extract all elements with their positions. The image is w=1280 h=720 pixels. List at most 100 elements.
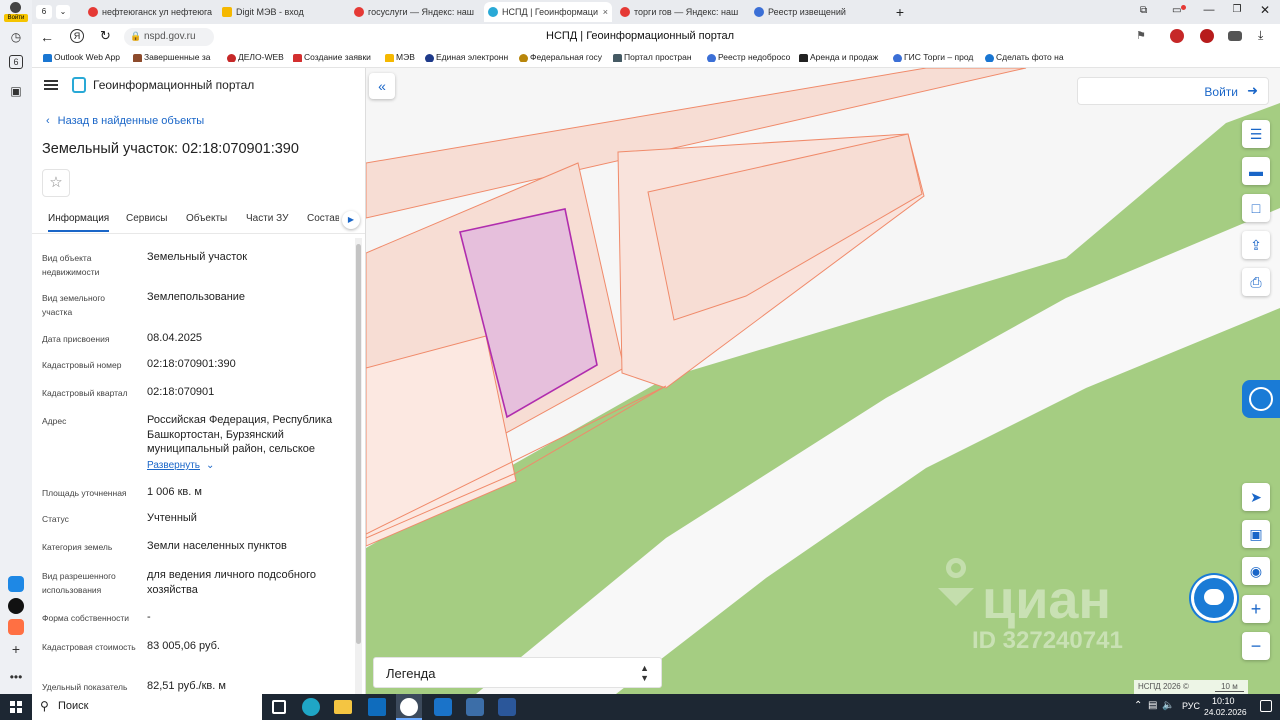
tab-list-chevron-icon[interactable]: ⌄ — [56, 5, 70, 19]
geo-search-button[interactable]: ◉ — [1242, 557, 1270, 585]
bookmark-1[interactable]: Завершенные за — [132, 52, 216, 62]
back-to-results-link[interactable]: ‹ Назад в найденные объекты — [46, 115, 204, 127]
taskbar-search-box[interactable]: ⚲ Поиск — [32, 694, 262, 720]
download-icon[interactable]: ⤓ — [1258, 28, 1263, 43]
tab-0[interactable]: нефтеюганск ул нефтеюга — [84, 2, 214, 22]
lock-icon: 🔒 — [130, 31, 142, 41]
bookmark-6[interactable]: Федеральная госу — [518, 52, 604, 62]
favorite-star-button[interactable]: ☆ — [42, 169, 70, 197]
minimap-button[interactable]: ▣ — [1242, 520, 1270, 548]
bookmark-5[interactable]: Единая электронн — [424, 52, 510, 62]
label-permitted-use: Вид разрешенного использования — [42, 571, 116, 595]
bookmark-icon[interactable]: ⚑ — [1136, 29, 1146, 42]
notifications-icon[interactable]: ▭ — [1172, 5, 1186, 19]
yandex-browser-icon[interactable] — [396, 694, 422, 720]
tab-3-active[interactable]: НСПД | Геоинформаци × — [484, 2, 612, 22]
add-panel-icon[interactable]: + — [7, 640, 25, 658]
file-explorer-icon[interactable] — [334, 700, 352, 714]
keyboard-language[interactable]: РУС — [1182, 701, 1200, 711]
tab-4[interactable]: торги гов — Яндекс: наш — [616, 2, 746, 22]
feedback-widget-icon[interactable] — [1242, 380, 1280, 418]
zoom-in-button[interactable]: + — [1242, 595, 1270, 623]
close-window-icon[interactable]: ✕ — [1258, 3, 1272, 17]
map-view[interactable]: « Войти ➜ ☰ ▬ □ ⇪ ⎙ ➤ ▣ ◉ + − циан ID 32… — [366, 68, 1280, 694]
word-icon[interactable] — [498, 698, 516, 716]
network-icon[interactable]: ▤ — [1148, 700, 1157, 711]
tab-info[interactable]: Информация — [48, 213, 110, 232]
more-icon[interactable]: ••• — [7, 668, 25, 686]
bookmark-8[interactable]: Реестр недобросо — [706, 52, 792, 62]
new-tab-button[interactable]: + — [890, 2, 910, 22]
clock-date[interactable]: 24.02.2026 — [1204, 707, 1247, 717]
alice-icon[interactable] — [8, 598, 24, 614]
extension-icon-1[interactable] — [1170, 29, 1184, 43]
tabs-scroll-right-icon[interactable]: ▶ — [342, 211, 360, 229]
map-canvas[interactable] — [366, 68, 1280, 694]
torgi-icon — [893, 54, 902, 62]
yandex-messenger-icon[interactable] — [8, 576, 24, 592]
screenshot-icon[interactable]: ▣ — [7, 82, 25, 100]
chat-button[interactable] — [1194, 578, 1234, 618]
games-icon[interactable] — [8, 619, 24, 635]
yandex-logo-icon[interactable]: Я — [70, 29, 84, 43]
locate-button[interactable]: ➤ — [1242, 483, 1270, 511]
tab-composition[interactable]: Состав — [307, 213, 339, 224]
share-button[interactable]: ⇪ — [1242, 231, 1270, 259]
tab-count-button[interactable]: 6 — [36, 5, 52, 19]
tab-2[interactable]: госуслуги — Яндекс: наш — [350, 2, 480, 22]
task-view-icon[interactable] — [272, 700, 286, 714]
bookmark-10[interactable]: ГИС Торги – прод — [892, 52, 978, 62]
bookmark-0[interactable]: Outlook Web App — [42, 52, 126, 62]
tab-count-badge[interactable]: 6 — [9, 55, 23, 69]
legend-dropdown[interactable]: Легенда ▲ ▼ — [373, 657, 662, 688]
login-bar[interactable]: Войти ➜ — [1077, 77, 1269, 105]
lync-icon[interactable] — [434, 698, 452, 716]
start-windows-icon[interactable] — [10, 701, 22, 713]
value-unit-value: 82,51 руб./кв. м — [147, 680, 226, 692]
value-land-category: Земли населенных пунктов — [147, 540, 287, 552]
tab-services[interactable]: Сервисы — [126, 213, 167, 224]
hamburger-menu-icon[interactable] — [44, 80, 58, 90]
delo-icon — [227, 54, 236, 62]
bookmark-2[interactable]: ДЕЛО-WEB — [226, 52, 288, 62]
ruler-button[interactable]: ▬ — [1242, 157, 1270, 185]
outlook-icon[interactable] — [368, 698, 386, 716]
edge-icon[interactable] — [302, 698, 320, 716]
zoom-out-button[interactable]: − — [1242, 632, 1270, 660]
history-icon[interactable]: ◷ — [7, 28, 25, 46]
bookmark-9[interactable]: Аренда и продаж — [798, 52, 884, 62]
map-attribution: НСПД 2026 © 10 м — [1134, 680, 1248, 694]
label-unit-value: Удельный показатель — [42, 682, 128, 692]
profile-avatar[interactable]: Войти — [4, 2, 28, 22]
restore-icon[interactable]: ❐ — [1230, 4, 1244, 18]
url-field[interactable]: 🔒 nspd.gov.ru — [124, 28, 214, 46]
clock-time[interactable]: 10:10 — [1212, 696, 1235, 706]
print-button[interactable]: ⎙ — [1242, 268, 1270, 296]
expand-address-link[interactable]: Развернуть ⌄ — [147, 460, 214, 471]
extension-icon-3[interactable] — [1228, 31, 1242, 41]
bookmark-3[interactable]: Создание заявки — [292, 52, 376, 62]
volume-icon[interactable]: 🔈 — [1162, 700, 1174, 711]
collapse-panel-button[interactable]: « — [369, 73, 395, 99]
tab-objects[interactable]: Объекты — [186, 213, 227, 224]
app-icon[interactable] — [466, 698, 484, 716]
bookmark-11[interactable]: Сделать фото на — [984, 52, 1070, 62]
reload-icon[interactable]: ↻ — [100, 28, 111, 44]
page-title: НСПД | Геоинформационный портал — [546, 30, 735, 42]
bookmark-4[interactable]: МЭВ — [384, 52, 418, 62]
extension-icon-2[interactable] — [1200, 29, 1214, 43]
panel-scrollbar[interactable] — [355, 238, 362, 694]
close-tab-icon[interactable]: × — [603, 2, 608, 22]
tray-chevron-icon[interactable]: ⌃ — [1134, 700, 1142, 711]
bookmark-7[interactable]: Портал простран — [612, 52, 692, 62]
area-select-button[interactable]: □ — [1242, 194, 1270, 222]
layers-button[interactable]: ☰ — [1242, 120, 1270, 148]
tab-parts[interactable]: Части ЗУ — [246, 213, 288, 224]
minimize-icon[interactable]: — — [1202, 4, 1216, 18]
tab-1[interactable]: Digit МЭВ - вход — [218, 2, 348, 22]
portal-logo-icon — [72, 77, 86, 93]
tab-5[interactable]: Реестр извещений — [750, 2, 880, 22]
collections-icon[interactable]: ⧉ — [1140, 5, 1154, 19]
back-arrow-icon[interactable]: ← — [40, 29, 54, 45]
notification-center-icon[interactable] — [1260, 700, 1272, 712]
